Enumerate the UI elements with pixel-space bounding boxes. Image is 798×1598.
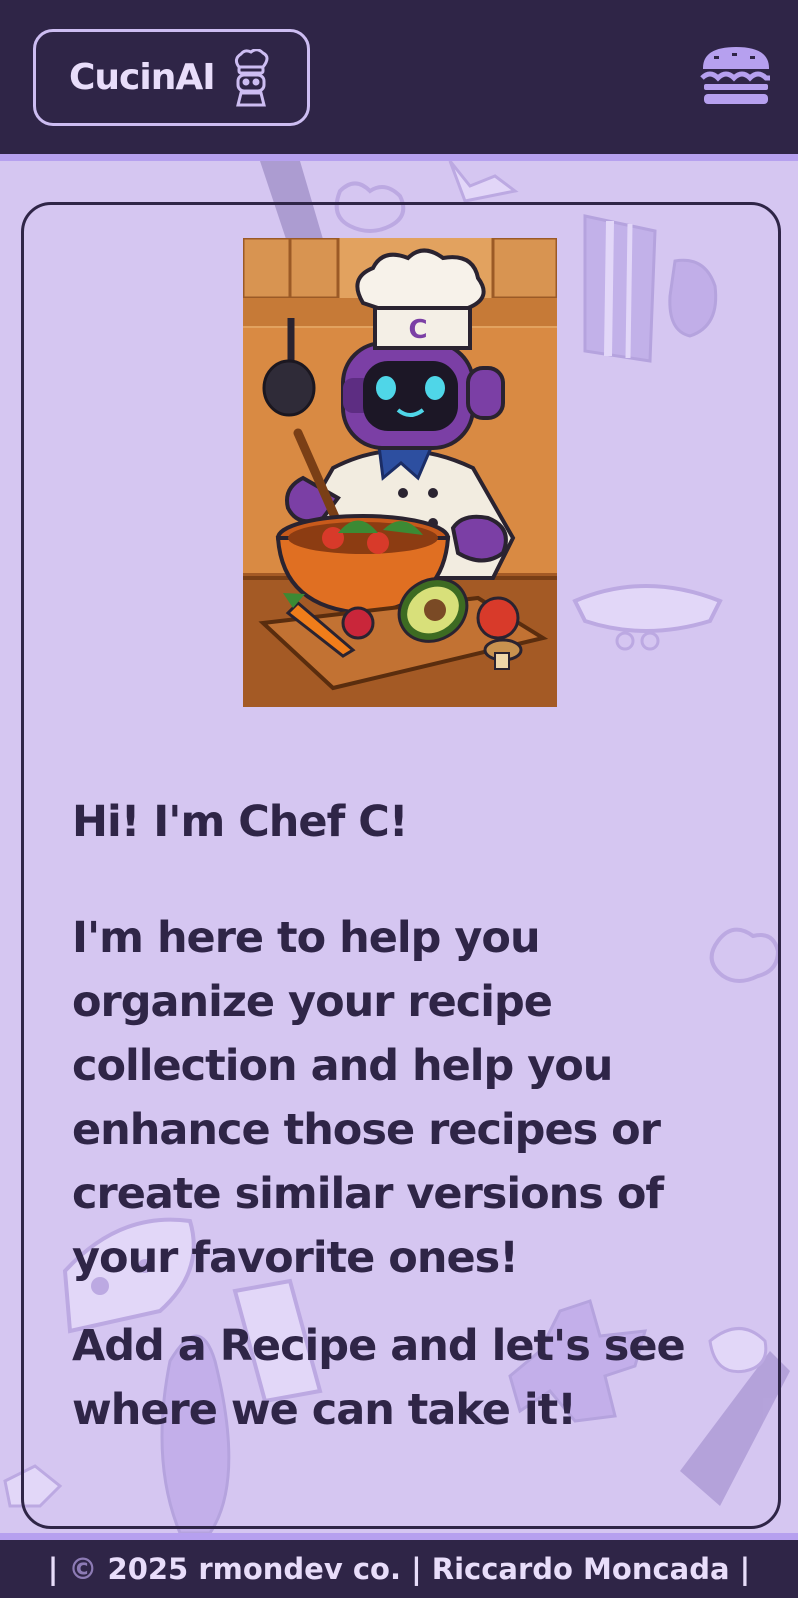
brand-home-button[interactable]: CucinAI (33, 29, 310, 126)
intro-description: I'm here to help you organize your recip… (72, 913, 664, 1283)
robot-chef-illustration: C (243, 238, 557, 707)
app-footer: | © 2025 rmondev co. | Riccardo Moncada … (0, 1533, 798, 1598)
greeting-heading: Hi! I'm Chef C! (72, 797, 408, 847)
call-to-action-text: Add a Recipe and let's see where we can … (72, 1321, 686, 1435)
footer-prefix: | (47, 1552, 69, 1586)
burger-menu-icon[interactable] (700, 44, 772, 106)
chef-robot-icon (229, 47, 273, 107)
intro-text: Hi! I'm Chef C! I'm here to help you org… (72, 790, 732, 1442)
copyright-icon: © (68, 1552, 98, 1586)
brand-name: CucinAI (69, 57, 216, 98)
app-header: CucinAI (0, 0, 798, 161)
hat-letter: C (408, 315, 427, 345)
footer-text: 2025 rmondev co. | Riccardo Moncada | (97, 1552, 751, 1586)
